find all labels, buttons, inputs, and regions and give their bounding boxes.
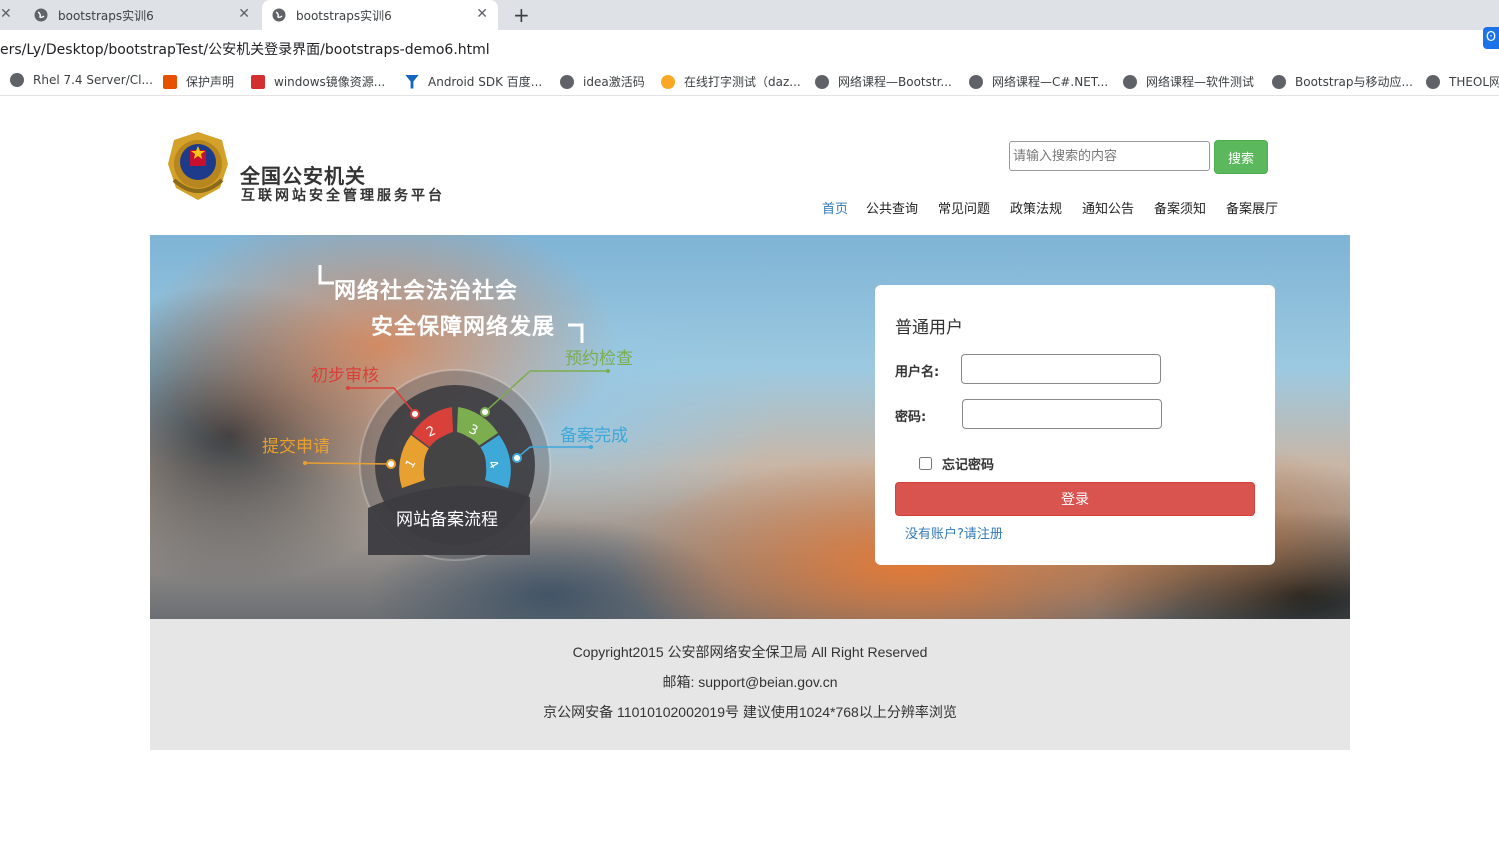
close-icon[interactable]: ✕ bbox=[476, 7, 488, 21]
bookmark-item[interactable]: windows镜像资源... bbox=[251, 73, 385, 90]
remember-row: 忘记密码 bbox=[919, 454, 994, 473]
bookmark-label: 网络课程—C#.NET... bbox=[992, 75, 1109, 89]
globe-icon bbox=[969, 74, 983, 89]
login-button[interactable]: 登录 bbox=[895, 482, 1255, 516]
tab-title: bootstraps实训6 bbox=[58, 8, 154, 23]
main-nav: 首页 公共查询 常见问题 政策法规 通知公告 备案须知 备案展厅 bbox=[818, 198, 1294, 217]
nav-item-home[interactable]: 首页 bbox=[822, 198, 858, 217]
globe-icon bbox=[272, 8, 286, 22]
nav-item-faq[interactable]: 常见问题 bbox=[938, 198, 1002, 217]
bookmark-item[interactable]: 在线打字测试（daz... bbox=[661, 73, 801, 90]
browser-tab-active[interactable]: bootstraps实训6 ✕ bbox=[262, 0, 498, 30]
bookmark-label: 在线打字测试（daz... bbox=[684, 75, 801, 89]
step-3-label: 预约检查 bbox=[565, 349, 633, 369]
search-input[interactable] bbox=[1009, 141, 1210, 171]
bookmark-label: windows镜像资源... bbox=[274, 75, 386, 89]
page-footer: Copyright2015 公安部网络安全保卫局 All Right Reser… bbox=[150, 619, 1350, 750]
slogan-line-1: 网络社会法治社会 bbox=[334, 279, 519, 304]
step-4-label: 备案完成 bbox=[560, 426, 628, 446]
browser-tab[interactable]: bootstraps实训6 ✕ bbox=[28, 0, 260, 30]
tab-title: bootstraps实训6 bbox=[296, 8, 392, 23]
bookmark-item[interactable]: Android SDK 百度... bbox=[405, 73, 542, 90]
c-logo-icon bbox=[251, 74, 265, 89]
bookmark-label: 网络课程—软件测试 bbox=[1146, 75, 1255, 89]
url-text[interactable]: ers/Ly/Desktop/bootstrapTest/公安机关登录界面/bo… bbox=[0, 39, 490, 59]
step-2-label: 初步审核 bbox=[311, 366, 379, 386]
globe-icon bbox=[815, 74, 829, 89]
face-icon bbox=[661, 74, 675, 89]
nav-item-public-query[interactable]: 公共查询 bbox=[866, 198, 930, 217]
bookmark-item[interactable]: 网络课程—Bootstr... bbox=[815, 73, 952, 90]
globe-icon bbox=[10, 73, 24, 87]
bookmark-label: THEOL网 bbox=[1449, 75, 1499, 89]
bookmark-item[interactable]: THEOL网 bbox=[1426, 73, 1499, 90]
remember-label: 忘记密码 bbox=[942, 458, 995, 473]
police-emblem-logo bbox=[168, 132, 228, 200]
bookmark-item[interactable]: 网络课程—软件测试 bbox=[1123, 73, 1254, 90]
register-link[interactable]: 没有账户?请注册 bbox=[905, 523, 1003, 542]
footer-copyright: Copyright2015 公安部网络安全保卫局 All Right Reser… bbox=[572, 644, 928, 660]
nav-item-filing-guide[interactable]: 备案须知 bbox=[1154, 198, 1218, 217]
remember-checkbox[interactable] bbox=[919, 457, 932, 470]
bookmark-item[interactable]: Rhel 7.4 Server/Cl... bbox=[10, 73, 153, 87]
footer-icp: 京公网安备 11010102002019号 建议使用1024*768以上分辨率浏… bbox=[543, 704, 957, 720]
close-icon[interactable]: ✕ bbox=[0, 6, 12, 22]
bookmark-item[interactable]: 网络课程—C#.NET... bbox=[969, 73, 1108, 90]
bookmark-label: Rhel 7.4 Server/Cl... bbox=[33, 73, 153, 87]
site-subtitle: 互联网站安全管理服务平台 bbox=[241, 188, 445, 204]
globe-icon bbox=[34, 8, 48, 22]
password-input[interactable] bbox=[962, 399, 1162, 429]
bookmark-label: 网络课程—Bootstr... bbox=[838, 75, 952, 89]
browser-tab-bar: ✕ bootstraps实训6 ✕ bootstraps实训6 ✕ + bbox=[0, 0, 1499, 30]
globe-icon bbox=[560, 74, 574, 89]
new-tab-plus-icon[interactable]: + bbox=[513, 3, 530, 27]
red-square-icon bbox=[163, 74, 177, 89]
login-title: 普通用户 bbox=[895, 318, 963, 338]
bookmarks-bar: Rhel 7.4 Server/Cl... 保护声明 windows镜像资源..… bbox=[0, 66, 1499, 96]
slogan-line-2: 安全保障网络发展 bbox=[371, 315, 556, 340]
bookmark-item[interactable]: 保护声明 bbox=[163, 73, 234, 90]
bookmark-item[interactable]: Bootstrap与移动应... bbox=[1272, 73, 1413, 90]
bookmark-label: 保护声明 bbox=[186, 75, 235, 89]
bookmark-label: Android SDK 百度... bbox=[428, 75, 543, 89]
bookmark-label: idea激活码 bbox=[583, 75, 645, 89]
address-bar[interactable]: ers/Ly/Desktop/bootstrapTest/公安机关登录界面/bo… bbox=[0, 30, 1499, 66]
extension-icon[interactable]: ʘ bbox=[1483, 27, 1499, 49]
nav-item-filing-hall[interactable]: 备案展厅 bbox=[1226, 198, 1290, 217]
globe-icon bbox=[1272, 74, 1286, 89]
username-label: 用户名: bbox=[895, 365, 940, 380]
nav-item-policy[interactable]: 政策法规 bbox=[1010, 198, 1074, 217]
bookmark-label: Bootstrap与移动应... bbox=[1295, 75, 1413, 89]
nav-item-notices[interactable]: 通知公告 bbox=[1082, 198, 1146, 217]
globe-icon bbox=[1426, 74, 1440, 89]
footer-email: 邮箱: support@beian.gov.cn bbox=[662, 674, 838, 690]
flow-title: 网站备案流程 bbox=[396, 510, 498, 530]
login-form: 普通用户 用户名: 密码: 忘记密码 登录 没有账户?请注册 bbox=[875, 285, 1275, 565]
close-icon[interactable]: ✕ bbox=[238, 7, 250, 21]
step-1-label: 提交申请 bbox=[262, 437, 330, 457]
username-input[interactable] bbox=[961, 354, 1161, 384]
globe-icon bbox=[1123, 74, 1137, 89]
password-label: 密码: bbox=[895, 410, 927, 425]
filter-icon bbox=[405, 74, 419, 89]
search-button[interactable]: 搜索 bbox=[1214, 140, 1268, 174]
bookmark-item[interactable]: idea激活码 bbox=[560, 73, 645, 90]
